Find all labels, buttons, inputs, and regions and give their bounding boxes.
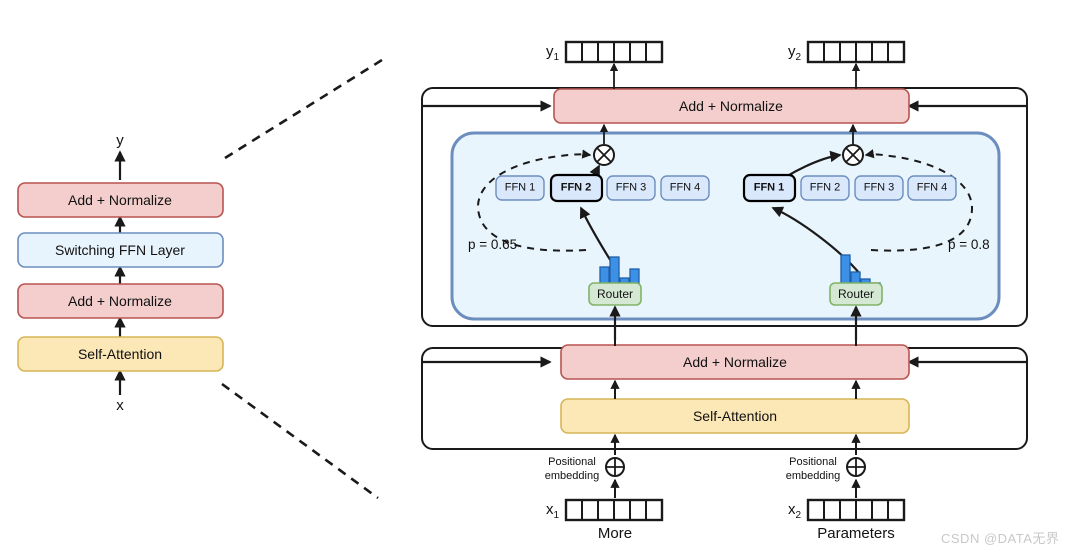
multiply-node-right [842,144,864,166]
token-strip-x1 [564,498,664,522]
left-ffn-4-label: FFN 4 [669,181,701,194]
input-word-left: More [597,525,633,542]
input-label-x2: x2 [788,502,801,521]
left-block-label-switching-ffn-layer: Switching FFN Layer [55,242,185,258]
probability-label-right: p = 0.8 [948,237,990,252]
output-sub-y1: 1 [553,52,560,63]
router-label-right: Router [837,287,875,301]
positional-add-node-left [605,457,625,477]
right-ffn-2-label: FFN 2 [809,181,841,194]
output-sub-y2: 2 [795,52,802,63]
right-add-normalize-top-label: Add + Normalize [679,98,783,114]
token-strip-y2 [806,40,906,64]
right-add-normalize-bottom-label: Add + Normalize [683,354,787,370]
diagram-canvas: y Add + Normalize Switching FFN Layer Ad… [0,0,1081,552]
positional-embedding-label-left: Positional embedding [544,456,600,482]
left-ffn-2-label: FFN 2 [560,181,592,194]
token-strip-y1 [564,40,664,64]
watermark: CSDN @DATA无界 [941,531,1060,546]
right-self-attention-label: Self-Attention [692,408,778,424]
zoom-connector-top [224,58,383,160]
left-block-label-add-normalize-top: Add + Normalize [68,192,172,208]
probability-label-left: p = 0.65 [468,237,518,252]
left-output-label: y [116,132,124,149]
positional-embedding-label-right: Positional embedding [785,456,841,482]
output-label-y2: y2 [788,44,801,63]
input-sub-x2: 2 [795,510,802,521]
right-ffn-3-label: FFN 3 [863,181,895,194]
zoom-connector-bottom [221,382,379,500]
left-block-label-self-attention: Self-Attention [77,346,163,362]
output-var-y2: y [788,43,796,60]
output-var-y1: y [546,43,554,60]
input-word-right: Parameters [817,525,895,542]
right-ffn-1-label: FFN 1 [753,181,785,194]
input-sub-x1: 1 [553,510,560,521]
token-strip-x2 [806,498,906,522]
left-ffn-3-label: FFN 3 [615,181,647,194]
positional-add-node-right [846,457,866,477]
input-var-x2: x [788,501,796,518]
multiply-node-left [593,144,615,166]
left-block-label-add-normalize-bottom: Add + Normalize [68,293,172,309]
output-label-y1: y1 [546,44,559,63]
right-ffn-4-label: FFN 4 [916,181,948,194]
input-label-x1: x1 [546,502,559,521]
input-var-x1: x [546,501,554,518]
router-label-left: Router [596,287,634,301]
left-ffn-1-label: FFN 1 [504,181,536,194]
left-input-label: x [116,397,124,414]
